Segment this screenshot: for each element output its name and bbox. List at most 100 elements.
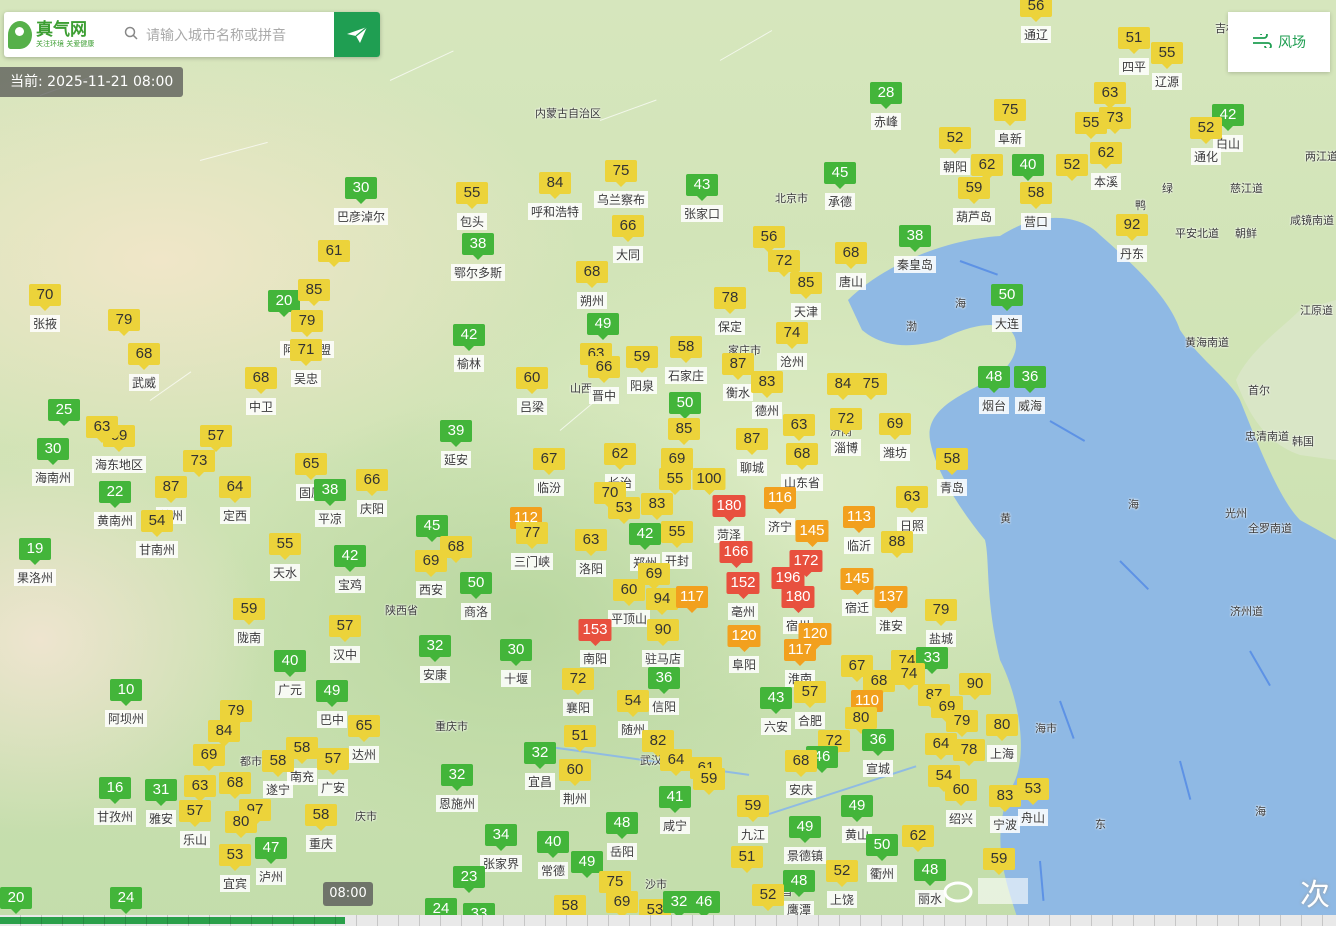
aqi-marker[interactable]: 59 [737, 795, 769, 822]
aqi-marker[interactable]: 58 [305, 804, 337, 831]
aqi-marker[interactable]: 43 [686, 174, 718, 201]
aqi-marker[interactable]: 52 [826, 860, 858, 887]
aqi-marker[interactable]: 53 [608, 497, 640, 524]
aqi-marker[interactable]: 59 [626, 346, 658, 373]
aqi-marker[interactable]: 22 [99, 481, 131, 508]
aqi-marker[interactable]: 100 [692, 468, 726, 495]
aqi-marker[interactable]: 42 [453, 324, 485, 351]
aqi-marker[interactable]: 30 [345, 177, 377, 204]
aqi-marker[interactable]: 88 [881, 531, 913, 558]
aqi-marker[interactable]: 73 [183, 450, 215, 477]
aqi-marker[interactable]: 48 [606, 812, 638, 839]
aqi-marker[interactable]: 80 [225, 811, 257, 838]
aqi-marker[interactable]: 53 [1017, 778, 1049, 805]
aqi-marker[interactable]: 60 [559, 759, 591, 786]
aqi-marker[interactable]: 38 [462, 233, 494, 260]
aqi-marker[interactable]: 58 [1020, 182, 1052, 209]
aqi-marker[interactable]: 145 [840, 568, 874, 595]
aqi-marker[interactable]: 55 [659, 468, 691, 495]
aqi-marker[interactable]: 38 [899, 225, 931, 252]
aqi-marker[interactable]: 78 [953, 739, 985, 766]
aqi-marker[interactable]: 20 [0, 887, 32, 914]
aqi-marker[interactable]: 63 [575, 529, 607, 556]
aqi-marker[interactable]: 87 [722, 353, 754, 380]
aqi-marker[interactable]: 180 [712, 495, 746, 522]
aqi-marker[interactable]: 54 [617, 690, 649, 717]
aqi-marker[interactable]: 84 [208, 720, 240, 747]
aqi-marker[interactable]: 30 [500, 639, 532, 666]
aqi-marker[interactable]: 52 [1056, 154, 1088, 181]
aqi-marker[interactable]: 84 [539, 172, 571, 199]
aqi-marker[interactable]: 75 [994, 99, 1026, 126]
aqi-marker[interactable]: 51 [1118, 27, 1150, 54]
search-input[interactable] [144, 25, 328, 44]
aqi-marker[interactable]: 68 [785, 750, 817, 777]
aqi-marker[interactable]: 28 [870, 82, 902, 109]
aqi-marker[interactable]: 58 [936, 448, 968, 475]
aqi-marker[interactable]: 137 [874, 586, 908, 613]
aqi-marker[interactable]: 79 [925, 599, 957, 626]
aqi-marker[interactable]: 113 [843, 506, 875, 533]
aqi-marker[interactable]: 68 [576, 261, 608, 288]
aqi-marker[interactable]: 57 [329, 615, 361, 642]
aqi-marker[interactable]: 42 [334, 545, 366, 572]
aqi-marker[interactable]: 61 [318, 240, 350, 267]
aqi-marker[interactable]: 19 [19, 538, 51, 565]
aqi-marker[interactable]: 70 [29, 284, 61, 311]
aqi-marker[interactable]: 24 [110, 887, 142, 914]
aqi-marker[interactable]: 78 [714, 287, 746, 314]
aqi-marker[interactable]: 63 [86, 416, 118, 443]
aqi-marker[interactable]: 49 [587, 313, 619, 340]
aqi-marker[interactable]: 38 [314, 479, 346, 506]
aqi-marker[interactable]: 69 [415, 550, 447, 577]
aqi-marker[interactable]: 69 [606, 891, 638, 918]
aqi-marker[interactable]: 62 [902, 825, 934, 852]
aqi-marker[interactable]: 51 [564, 725, 596, 752]
aqi-marker[interactable]: 55 [456, 182, 488, 209]
aqi-marker[interactable]: 49 [789, 816, 821, 843]
aqi-marker[interactable]: 30 [37, 438, 69, 465]
aqi-marker[interactable]: 65 [295, 453, 327, 480]
aqi-marker[interactable]: 50 [991, 284, 1023, 311]
aqi-marker[interactable]: 120 [727, 625, 761, 652]
aqi-marker[interactable]: 50 [669, 392, 701, 419]
aqi-marker[interactable]: 69 [193, 744, 225, 771]
aqi-marker[interactable]: 79 [291, 310, 323, 337]
aqi-marker[interactable]: 50 [460, 572, 492, 599]
aqi-marker[interactable]: 145 [795, 520, 829, 547]
aqi-marker[interactable]: 25 [48, 399, 80, 426]
brand-logo[interactable]: 真气网 关注环境 关爱健康 [4, 12, 116, 57]
aqi-marker[interactable]: 55 [661, 521, 693, 548]
aqi-marker[interactable]: 68 [835, 242, 867, 269]
aqi-marker[interactable]: 52 [939, 127, 971, 154]
aqi-marker[interactable]: 66 [612, 215, 644, 242]
aqi-marker[interactable]: 152 [726, 572, 760, 599]
wind-field-button[interactable]: 风场 [1228, 12, 1330, 72]
aqi-marker[interactable]: 83 [641, 493, 673, 520]
aqi-marker[interactable]: 77 [516, 522, 548, 549]
aqi-marker[interactable]: 67 [533, 448, 565, 475]
aqi-marker[interactable]: 116 [764, 487, 796, 514]
aqi-marker[interactable]: 36 [648, 667, 680, 694]
aqi-marker[interactable]: 72 [830, 408, 862, 435]
aqi-marker[interactable]: 87 [736, 428, 768, 455]
time-slider[interactable] [0, 915, 1336, 926]
aqi-marker[interactable]: 47 [255, 837, 287, 864]
aqi-marker[interactable]: 65 [348, 715, 380, 742]
aqi-marker[interactable]: 57 [794, 681, 826, 708]
aqi-marker[interactable]: 63 [783, 414, 815, 441]
aqi-marker[interactable]: 66 [588, 356, 620, 383]
aqi-marker[interactable]: 62 [1090, 142, 1122, 169]
aqi-marker[interactable]: 75 [605, 160, 637, 187]
aqi-marker[interactable]: 79 [108, 309, 140, 336]
aqi-marker[interactable]: 43 [760, 687, 792, 714]
aqi-marker[interactable]: 40 [537, 831, 569, 858]
aqi-marker[interactable]: 40 [1012, 154, 1044, 181]
aqi-marker[interactable]: 75 [855, 373, 887, 400]
aqi-marker[interactable]: 57 [317, 748, 349, 775]
aqi-marker[interactable]: 42 [629, 523, 661, 550]
aqi-marker[interactable]: 64 [660, 749, 692, 776]
aqi-marker[interactable]: 72 [562, 668, 594, 695]
aqi-marker[interactable]: 83 [989, 785, 1021, 812]
aqi-marker[interactable]: 94 [646, 588, 678, 615]
